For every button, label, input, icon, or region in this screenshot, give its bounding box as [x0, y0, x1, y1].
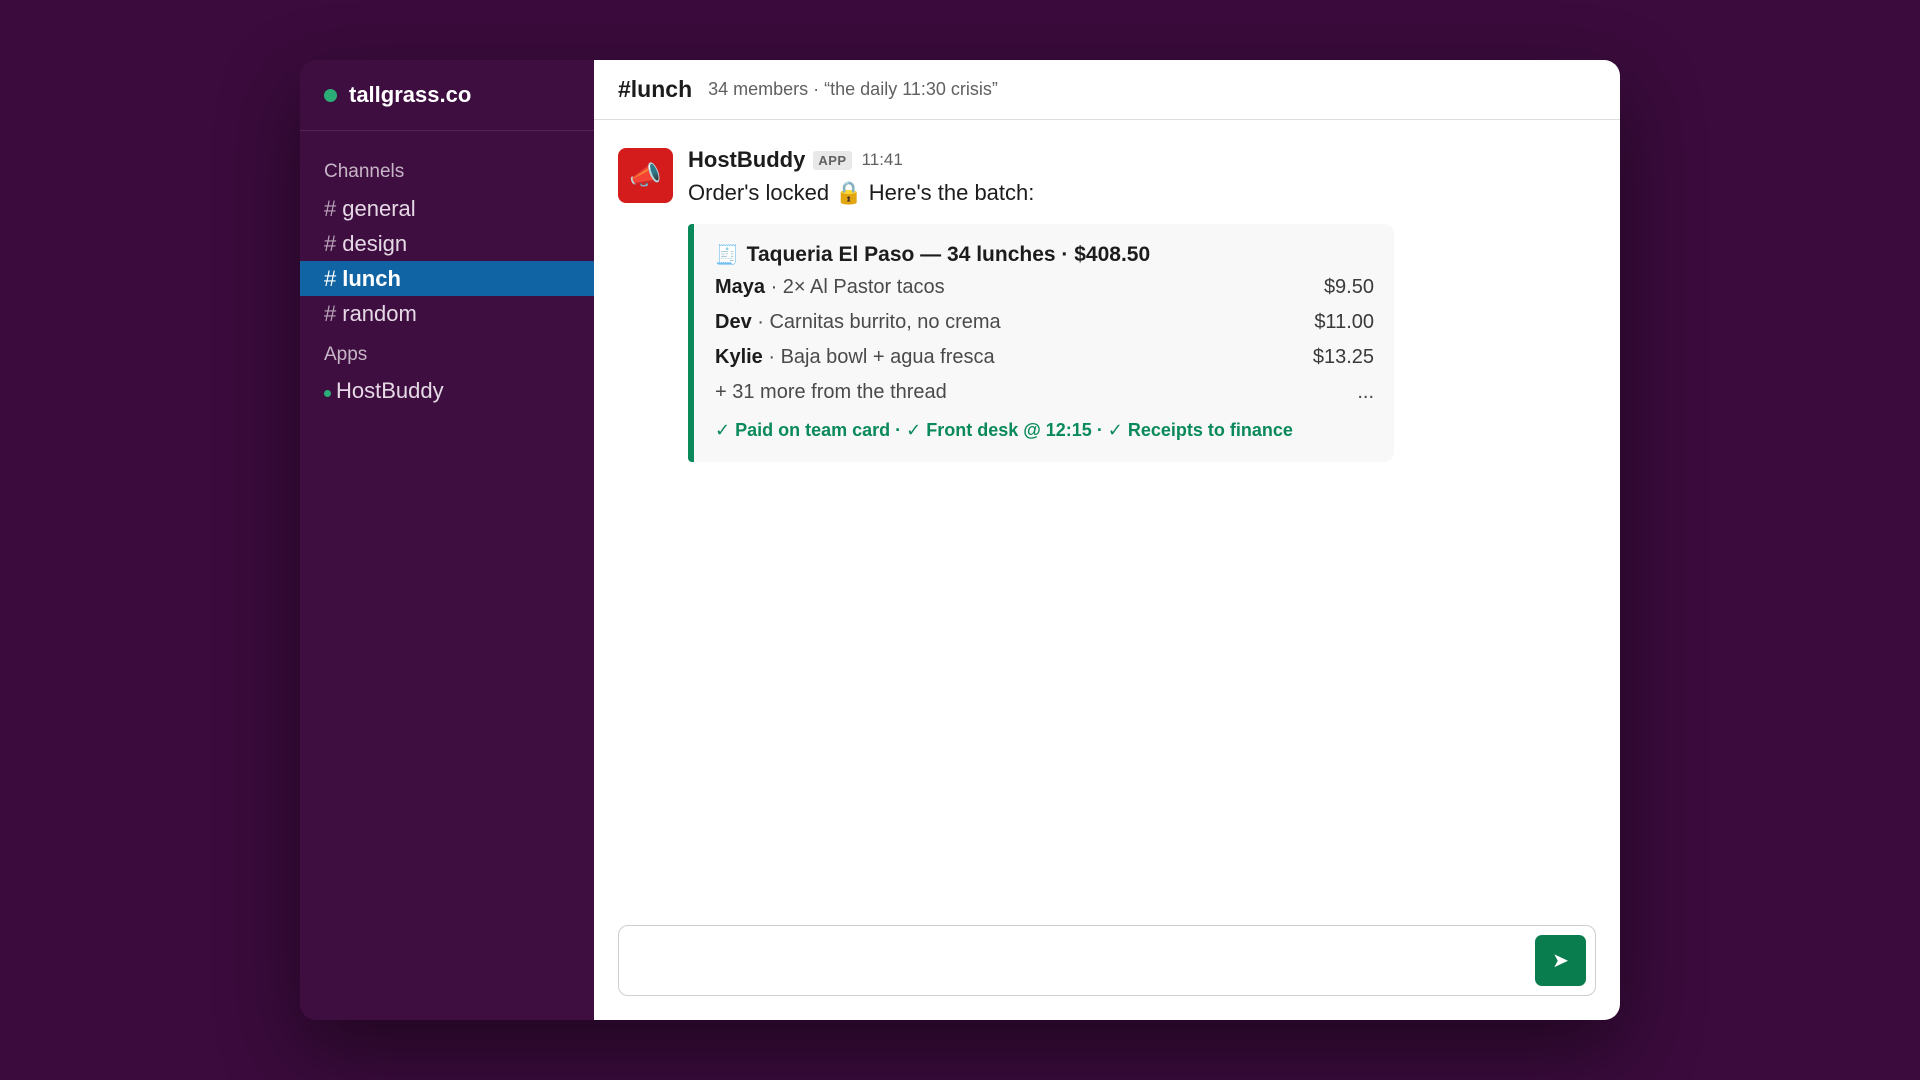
card-title: 🧾 Taqueria El Paso — 34 lunches · $408.5…	[715, 240, 1374, 270]
order-row: Maya · 2× Al Pastor tacos $9.50	[715, 270, 1374, 305]
order-row: Kylie · Baja bowl + agua fresca $13.25	[715, 340, 1374, 375]
hash-icon: #	[324, 300, 337, 326]
channel-meta: 34 members · “the daily 11:30 crisis”	[708, 79, 998, 99]
more-ellipsis: ...	[1357, 381, 1374, 403]
order-person: Maya	[715, 276, 766, 298]
card-title-text: Taqueria El Paso — 34 lunches · $408.50	[746, 243, 1151, 266]
hash-icon: #	[324, 265, 337, 291]
channels-section-label[interactable]: Channels	[300, 131, 594, 191]
sidebar-item-design[interactable]: # design	[300, 226, 594, 261]
message-text: Order's locked 🔒 Here's the batch:	[688, 180, 1035, 205]
order-price: $9.50	[1323, 276, 1374, 298]
app-window: tallgrass.co Channels # general # design…	[300, 60, 1620, 1020]
sender-name[interactable]: HostBuddy	[688, 147, 805, 173]
order-item: · Carnitas burrito, no crema	[751, 311, 1001, 333]
order-description: Dev · Carnitas burrito, no crema	[715, 311, 1001, 334]
sidebar-item-label: random	[342, 300, 417, 326]
send-icon: ➤	[1552, 950, 1569, 972]
more-orders-text[interactable]: + 31 more from the thread	[715, 381, 947, 404]
order-person: Kylie	[715, 346, 763, 368]
online-status-icon	[324, 88, 337, 102]
sidebar-item-label: general	[342, 195, 416, 221]
workspace-name: tallgrass.co	[349, 82, 472, 107]
channel-title[interactable]: #lunch	[618, 76, 692, 103]
sidebar-item-general[interactable]: # general	[300, 191, 594, 226]
apps-section-label[interactable]: Apps	[300, 331, 594, 373]
megaphone-icon: 📣	[629, 160, 662, 190]
hash-icon: #	[324, 195, 337, 221]
channel-header: #lunch 34 members · “the daily 11:30 cri…	[594, 60, 1620, 120]
order-description: Maya · 2× Al Pastor tacos	[715, 276, 945, 299]
order-item: · 2× Al Pastor tacos	[765, 276, 945, 298]
message-body: HostBuddy APP 11:41 Order's locked 🔒 Her…	[688, 147, 1596, 462]
message-timestamp[interactable]: 11:41	[862, 150, 903, 170]
sidebar-item-label: design	[342, 230, 408, 256]
sidebar-item-label: lunch	[342, 265, 401, 291]
order-description: Kylie · Baja bowl + agua fresca	[715, 346, 995, 369]
order-summary-card: 🧾 Taqueria El Paso — 34 lunches · $408.5…	[688, 224, 1394, 462]
order-row: Dev · Carnitas burrito, no crema $11.00	[715, 305, 1374, 340]
sidebar-item-random[interactable]: # random	[300, 296, 594, 331]
order-item: · Baja bowl + agua fresca	[762, 346, 995, 368]
main-panel: #lunch 34 members · “the daily 11:30 cri…	[594, 60, 1620, 1020]
sidebar-item-hostbuddy[interactable]: HostBuddy	[300, 373, 594, 408]
workspace-header[interactable]: tallgrass.co	[300, 60, 594, 131]
message-input[interactable]	[637, 946, 1537, 976]
order-price: $11.00	[1314, 311, 1374, 333]
message: 📣 HostBuddy APP 11:41 Order's locked 🔒 H…	[594, 120, 1620, 462]
app-badge: APP	[813, 150, 852, 170]
hash-icon: #	[324, 230, 337, 256]
sidebar-item-label: HostBuddy	[336, 377, 444, 403]
sidebar-item-lunch[interactable]: # lunch	[300, 261, 594, 296]
status-summary: ✓ Paid on team card · ✓ Front desk @ 12:…	[715, 419, 1293, 440]
send-button[interactable]: ➤	[1535, 935, 1586, 986]
order-person: Dev	[715, 311, 752, 333]
message-header: HostBuddy APP 11:41	[688, 147, 1596, 173]
sidebar: tallgrass.co Channels # general # design…	[300, 60, 594, 1020]
more-orders-row: + 31 more from the thread ...	[715, 375, 1374, 410]
avatar[interactable]: 📣	[618, 148, 673, 203]
presence-dot-icon	[324, 390, 331, 397]
message-composer[interactable]: ➤	[618, 925, 1596, 996]
receipt-icon: 🧾	[715, 245, 739, 266]
order-price: $13.25	[1312, 346, 1374, 368]
